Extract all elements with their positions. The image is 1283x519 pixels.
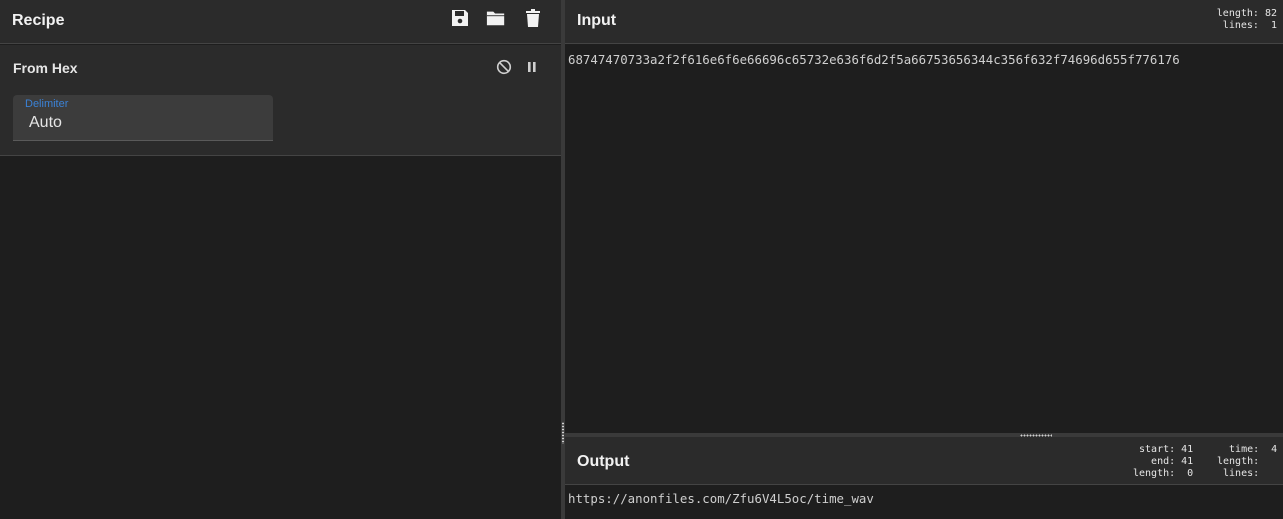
input-header: Input length: 82 lines: 1 bbox=[565, 0, 1283, 44]
operation-from-hex[interactable]: From Hex Delimiter Auto bbox=[0, 45, 561, 156]
disable-icon[interactable] bbox=[495, 58, 513, 76]
input-text[interactable]: 68747470733a2f2f616e6f6e66696c65732e636f… bbox=[568, 52, 1180, 67]
input-stats: length: 82 lines: 1 bbox=[1216, 8, 1277, 31]
output-title: Output bbox=[577, 453, 630, 470]
output-stats-position: start: 41 end: 41 length: 0 bbox=[1133, 444, 1194, 479]
trash-icon[interactable] bbox=[523, 7, 543, 29]
input-title: Input bbox=[577, 12, 617, 29]
divider-grip-icon[interactable] bbox=[562, 422, 564, 444]
output-text[interactable]: https://anonfiles.com/Zfu6V4L5oc/time_wa… bbox=[568, 491, 874, 506]
recipe-title: Recipe bbox=[12, 12, 65, 29]
operation-title: From Hex bbox=[13, 60, 78, 76]
save-icon[interactable] bbox=[450, 7, 470, 29]
input-textarea[interactable]: 68747470733a2f2f616e6f6e66696c65732e636f… bbox=[565, 45, 1283, 433]
delimiter-select[interactable]: Delimiter Auto bbox=[13, 95, 273, 141]
output-header: Output start: 41 end: 41 length: 0 time:… bbox=[565, 437, 1283, 485]
delimiter-label: Delimiter bbox=[25, 98, 69, 110]
output-stats-time: time: 4 length: lines: bbox=[1217, 444, 1278, 479]
recipe-panel: Recipe From Hex Delimiter Auto bbox=[0, 0, 561, 519]
folder-icon[interactable] bbox=[486, 7, 506, 29]
pause-icon[interactable] bbox=[523, 58, 541, 76]
output-textarea[interactable]: https://anonfiles.com/Zfu6V4L5oc/time_wa… bbox=[565, 486, 1283, 519]
recipe-header: Recipe bbox=[0, 0, 561, 44]
delimiter-value: Auto bbox=[29, 114, 62, 131]
